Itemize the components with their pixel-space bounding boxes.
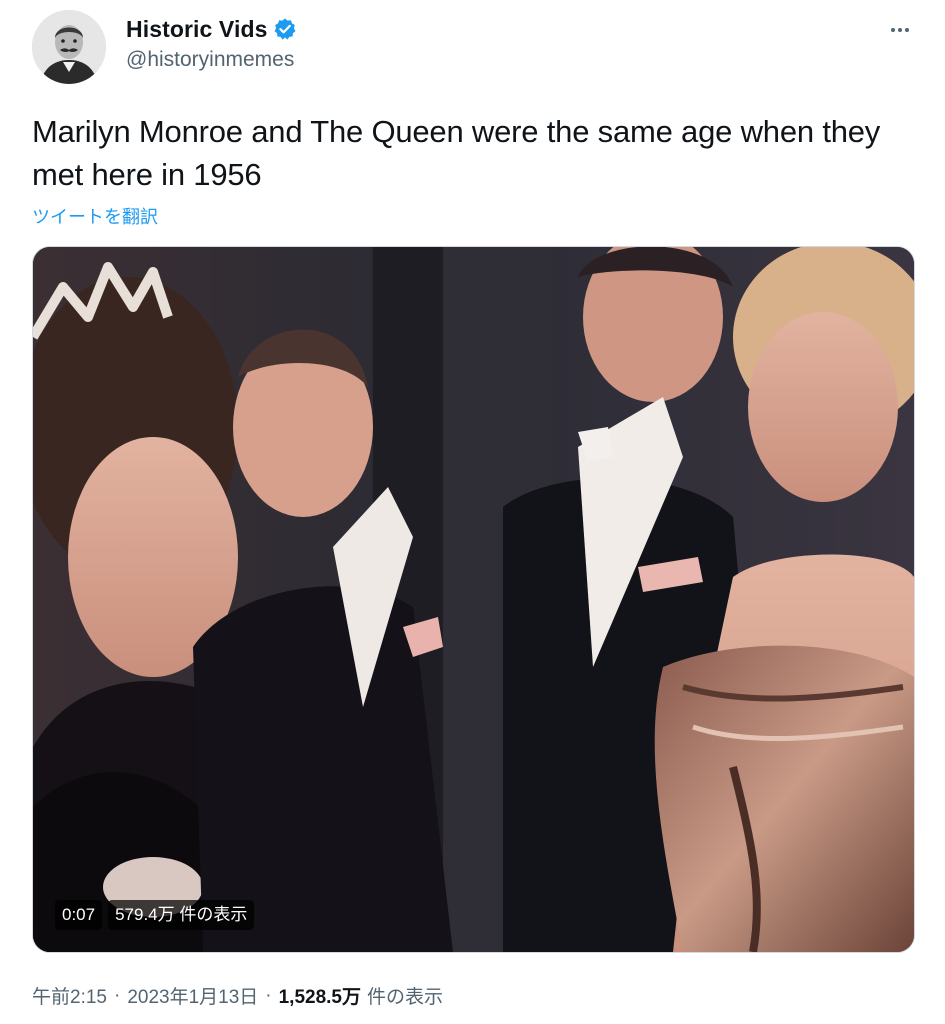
tweet-date[interactable]: 2023年1月13日 xyxy=(127,982,258,1009)
vintage-portrait-avatar-icon xyxy=(32,10,106,84)
verified-badge-icon xyxy=(273,17,297,41)
video-view-count: 579.4万 件の表示 xyxy=(108,900,255,930)
more-options-button[interactable] xyxy=(883,18,917,42)
display-name-row: Historic Vids xyxy=(126,14,297,44)
video-duration: 0:07 xyxy=(55,900,103,930)
more-dot-icon xyxy=(891,28,895,32)
video-frame-illustration xyxy=(33,247,914,952)
more-dot-icon xyxy=(898,28,902,32)
avatar[interactable] xyxy=(32,10,106,84)
tweet-meta: 午前2:15 · 2023年1月13日 · 1,528.5万 件の表示 xyxy=(32,982,443,1009)
video-overlay: 0:07 579.4万 件の表示 xyxy=(55,900,255,930)
tweet-text: Marilyn Monroe and The Queen were the sa… xyxy=(32,114,881,192)
video-player[interactable]: 0:07 579.4万 件の表示 xyxy=(32,246,915,953)
handle[interactable]: @historyinmemes xyxy=(126,48,297,72)
display-name[interactable]: Historic Vids xyxy=(126,16,267,43)
tweet-card: Historic Vids @historyinmemes Marilyn Mo… xyxy=(0,0,945,1024)
total-views-label: 件の表示 xyxy=(367,987,444,1008)
total-views-count: 1,528.5万 xyxy=(278,987,362,1008)
more-dot-icon xyxy=(905,28,909,32)
meta-separator: · xyxy=(265,984,272,1006)
tweet-time[interactable]: 午前2:15 xyxy=(32,982,107,1009)
user-block: Historic Vids @historyinmemes xyxy=(126,14,297,72)
translate-tweet-link[interactable]: ツイートを翻訳 xyxy=(32,203,158,229)
meta-separator: · xyxy=(113,984,121,1006)
